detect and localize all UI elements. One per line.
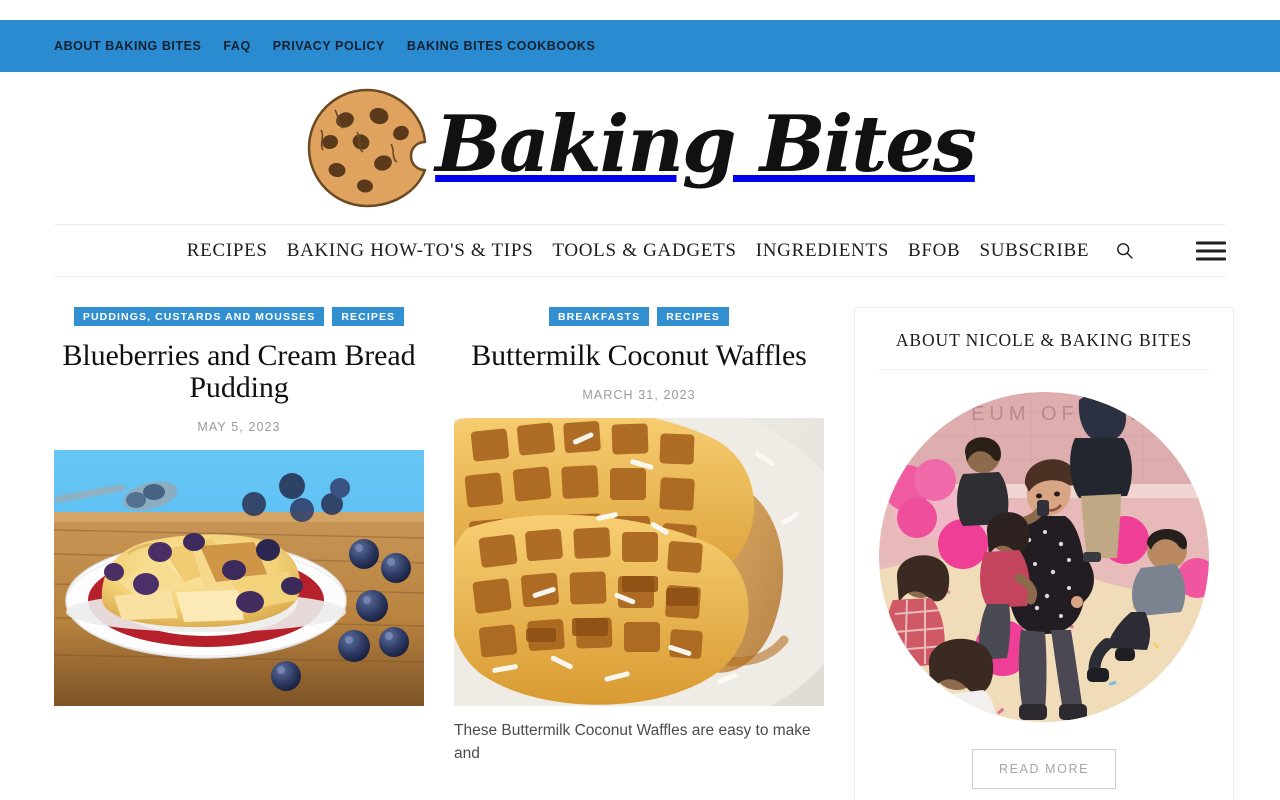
sidebar-about-widget: ABOUT NICOLE & BAKING BITES EUM OF I RE … [854, 307, 1234, 800]
hamburger-bar-1 [1196, 241, 1226, 244]
sidebar-widget-title: ABOUT NICOLE & BAKING BITES [879, 330, 1209, 370]
hamburger-bar-3 [1196, 257, 1226, 260]
post-card: PUDDINGS, CUSTARDS AND MOUSSES RECIPES B… [54, 307, 424, 765]
post-thumbnail-blueberry-bread-pudding[interactable] [54, 450, 424, 707]
main-nav-container: RECIPES BAKING HOW-TO'S & TIPS TOOLS & G… [0, 224, 1280, 277]
nav-item-baking-how-tos-tips[interactable]: BAKING HOW-TO'S & TIPS [287, 240, 534, 262]
topbar-link-privacy-policy[interactable]: PRIVACY POLICY [273, 39, 385, 53]
post-tag[interactable]: BREAKFASTS [549, 307, 650, 326]
nav-item-subscribe[interactable]: SUBSCRIBE [979, 240, 1089, 262]
post-tags: PUDDINGS, CUSTARDS AND MOUSSES RECIPES [54, 307, 424, 326]
post-title[interactable]: Buttermilk Coconut Waffles [454, 339, 824, 372]
nav-item-ingredients[interactable]: INGREDIENTS [756, 240, 889, 262]
topbar-link-about[interactable]: ABOUT BAKING BITES [54, 39, 201, 53]
read-more-container: READ MORE [879, 749, 1209, 789]
topbar-link-cookbooks[interactable]: BAKING BITES COOKBOOKS [407, 39, 596, 53]
site-header-logo-area: Baking Bites [0, 72, 1280, 224]
hamburger-bar-2 [1196, 249, 1226, 252]
post-date: MAY 5, 2023 [197, 420, 281, 435]
post-tag[interactable]: RECIPES [657, 307, 729, 326]
post-excerpt: These Buttermilk Coconut Waffles are eas… [454, 722, 811, 762]
post-grid: PUDDINGS, CUSTARDS AND MOUSSES RECIPES B… [54, 307, 824, 765]
post-tags: BREAKFASTS RECIPES [454, 307, 824, 326]
chocolate-chip-cookie-icon [305, 86, 429, 210]
nav-item-tools-gadgets[interactable]: TOOLS & GADGETS [552, 240, 736, 262]
search-icon[interactable] [1116, 242, 1133, 259]
post-thumbnail-buttermilk-coconut-waffles[interactable] [454, 418, 824, 707]
main-nav: RECIPES BAKING HOW-TO'S & TIPS TOOLS & G… [54, 224, 1226, 277]
site-logo[interactable]: Baking Bites [305, 86, 977, 210]
hamburger-menu-icon[interactable] [1196, 241, 1226, 260]
nav-item-recipes[interactable]: RECIPES [187, 240, 268, 262]
nav-item-bfob[interactable]: BFOB [908, 240, 960, 262]
avatar: EUM OF I RE [879, 392, 1209, 722]
post-tag[interactable]: RECIPES [332, 307, 405, 326]
post-card: BREAKFASTS RECIPES Buttermilk Coconut Wa… [454, 307, 824, 765]
page-top-spacer [0, 0, 1280, 20]
site-logo-text: Baking Bites [435, 99, 977, 190]
topbar-link-faq[interactable]: FAQ [223, 39, 250, 53]
page-content: PUDDINGS, CUSTARDS AND MOUSSES RECIPES B… [0, 307, 1280, 800]
post-title[interactable]: Blueberries and Cream Bread Pudding [54, 339, 424, 404]
read-more-button[interactable]: READ MORE [971, 749, 1117, 789]
top-utility-bar: ABOUT BAKING BITES FAQ PRIVACY POLICY BA… [0, 20, 1280, 72]
post-date: MARCH 31, 2023 [582, 388, 696, 403]
main-nav-items: RECIPES BAKING HOW-TO'S & TIPS TOOLS & G… [147, 240, 1133, 262]
post-tag[interactable]: PUDDINGS, CUSTARDS AND MOUSSES [73, 307, 325, 326]
